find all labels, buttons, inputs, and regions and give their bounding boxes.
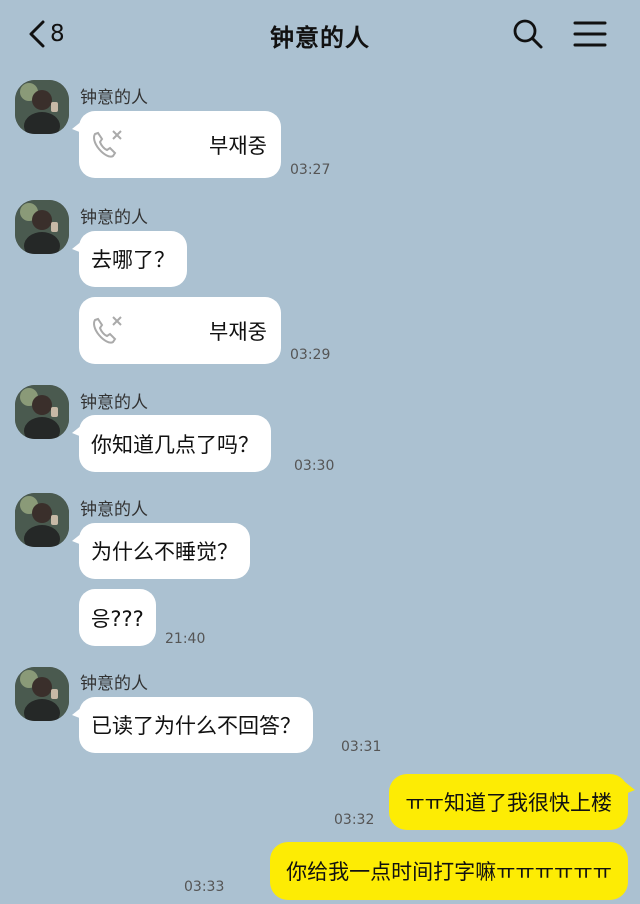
menu-icon: [573, 21, 607, 47]
sender-name: 钟意的人: [80, 393, 148, 413]
timestamp: 03:27: [290, 162, 331, 178]
avatar[interactable]: [15, 80, 69, 134]
sender-name: 钟意的人: [80, 674, 148, 694]
avatar[interactable]: [15, 200, 69, 254]
avatar-photo: [15, 493, 69, 547]
missed-call-bubble[interactable]: 부재중: [79, 297, 281, 364]
avatar-photo: [15, 667, 69, 721]
chat-header: 8 钟意的人: [0, 0, 640, 70]
bubble-text: 부재중: [209, 133, 267, 158]
timestamp: 03:33: [184, 879, 225, 895]
my-message-bubble[interactable]: ㅠㅠ知道了我很快上楼: [389, 774, 635, 830]
message-bubble[interactable]: 你知道几点了吗？: [72, 415, 271, 472]
search-button[interactable]: [512, 18, 544, 50]
timestamp: 03:31: [341, 739, 382, 755]
bubble-text: 去哪了？: [91, 248, 175, 272]
bubble-text: 已读了为什么不回答？: [91, 714, 301, 738]
avatar[interactable]: [15, 667, 69, 721]
message-bubble[interactable]: 为什么不睡觉？: [72, 523, 250, 579]
missed-call-icon: [93, 316, 122, 344]
avatar[interactable]: [15, 493, 69, 547]
avatar-photo: [15, 200, 69, 254]
bubble-text: 부재중: [209, 319, 267, 344]
bubble-text: 你给我一点时间打字嘛ㅠㅠㅠㅠㅠㅠ: [286, 860, 612, 884]
my-message-bubble[interactable]: 你给我一点时间打字嘛ㅠㅠㅠㅠㅠㅠ: [270, 842, 628, 900]
sender-name: 钟意的人: [80, 88, 148, 108]
bubble-text: 응???: [91, 606, 144, 631]
message-bubble[interactable]: 去哪了？: [72, 231, 187, 287]
avatar-photo: [15, 80, 69, 134]
timestamp: 03:32: [334, 812, 375, 828]
message-bubble[interactable]: 已读了为什么不回答？: [72, 697, 313, 753]
bubble-text: 你知道几点了吗？: [91, 432, 259, 457]
search-icon: [513, 19, 543, 49]
timestamp: 03:30: [294, 458, 335, 474]
chat-title: 钟意的人: [270, 24, 370, 52]
timestamp: 21:40: [165, 631, 206, 647]
avatar-photo: [15, 385, 69, 439]
menu-button[interactable]: [573, 20, 607, 48]
avatar[interactable]: [15, 385, 69, 439]
bubble-text: 为什么不睡觉？: [91, 540, 238, 564]
sender-name: 钟意的人: [80, 500, 148, 520]
timestamp: 03:29: [290, 347, 331, 363]
sender-name: 钟意的人: [80, 208, 148, 228]
missed-call-icon: [93, 130, 122, 158]
missed-call-bubble[interactable]: 부재중: [72, 111, 281, 178]
bubble-text: ㅠㅠ知道了我很快上楼: [405, 791, 612, 815]
message-bubble[interactable]: 응???: [79, 589, 156, 646]
